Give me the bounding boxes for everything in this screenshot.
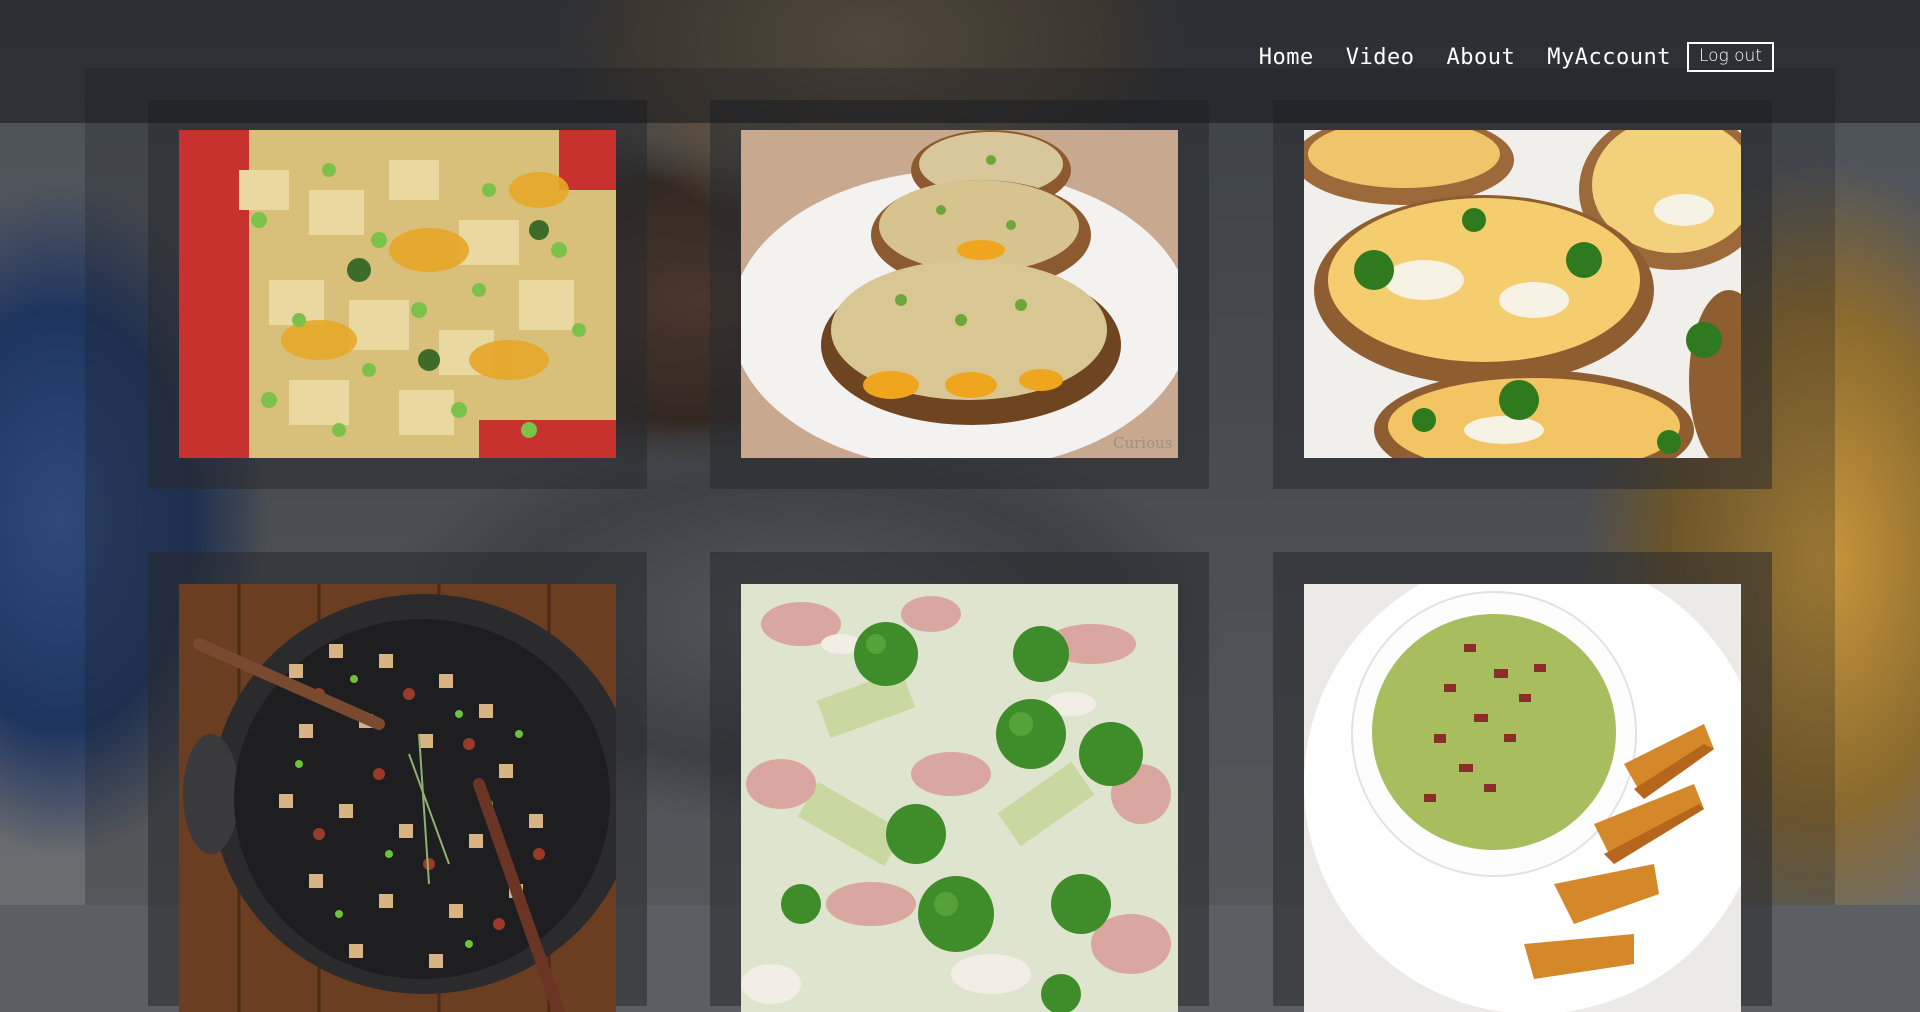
nav-video-link[interactable]: Video [1346,45,1415,70]
broccoli-bacon-salad-photo[interactable] [741,584,1178,1012]
loaded-potato-casserole-photo[interactable] [179,130,616,458]
broccoli-cheddar-potato-skins-photo[interactable] [1304,130,1741,458]
logout-button[interactable]: Log out [1686,42,1774,72]
broccoli-soup-with-wedges-photo[interactable] [1304,584,1741,1012]
main-nav: Home Video About MyAccount Log out [1259,42,1774,72]
nav-myaccount-link[interactable]: MyAccount [1547,45,1671,70]
photo-watermark: Curious [1113,434,1173,452]
potato-bacon-hash-skillet-photo[interactable] [179,584,616,1012]
nav-home-link[interactable]: Home [1259,45,1314,70]
nav-about-link[interactable]: About [1447,45,1516,70]
twice-baked-potatoes-photo[interactable]: Curious [741,130,1178,458]
